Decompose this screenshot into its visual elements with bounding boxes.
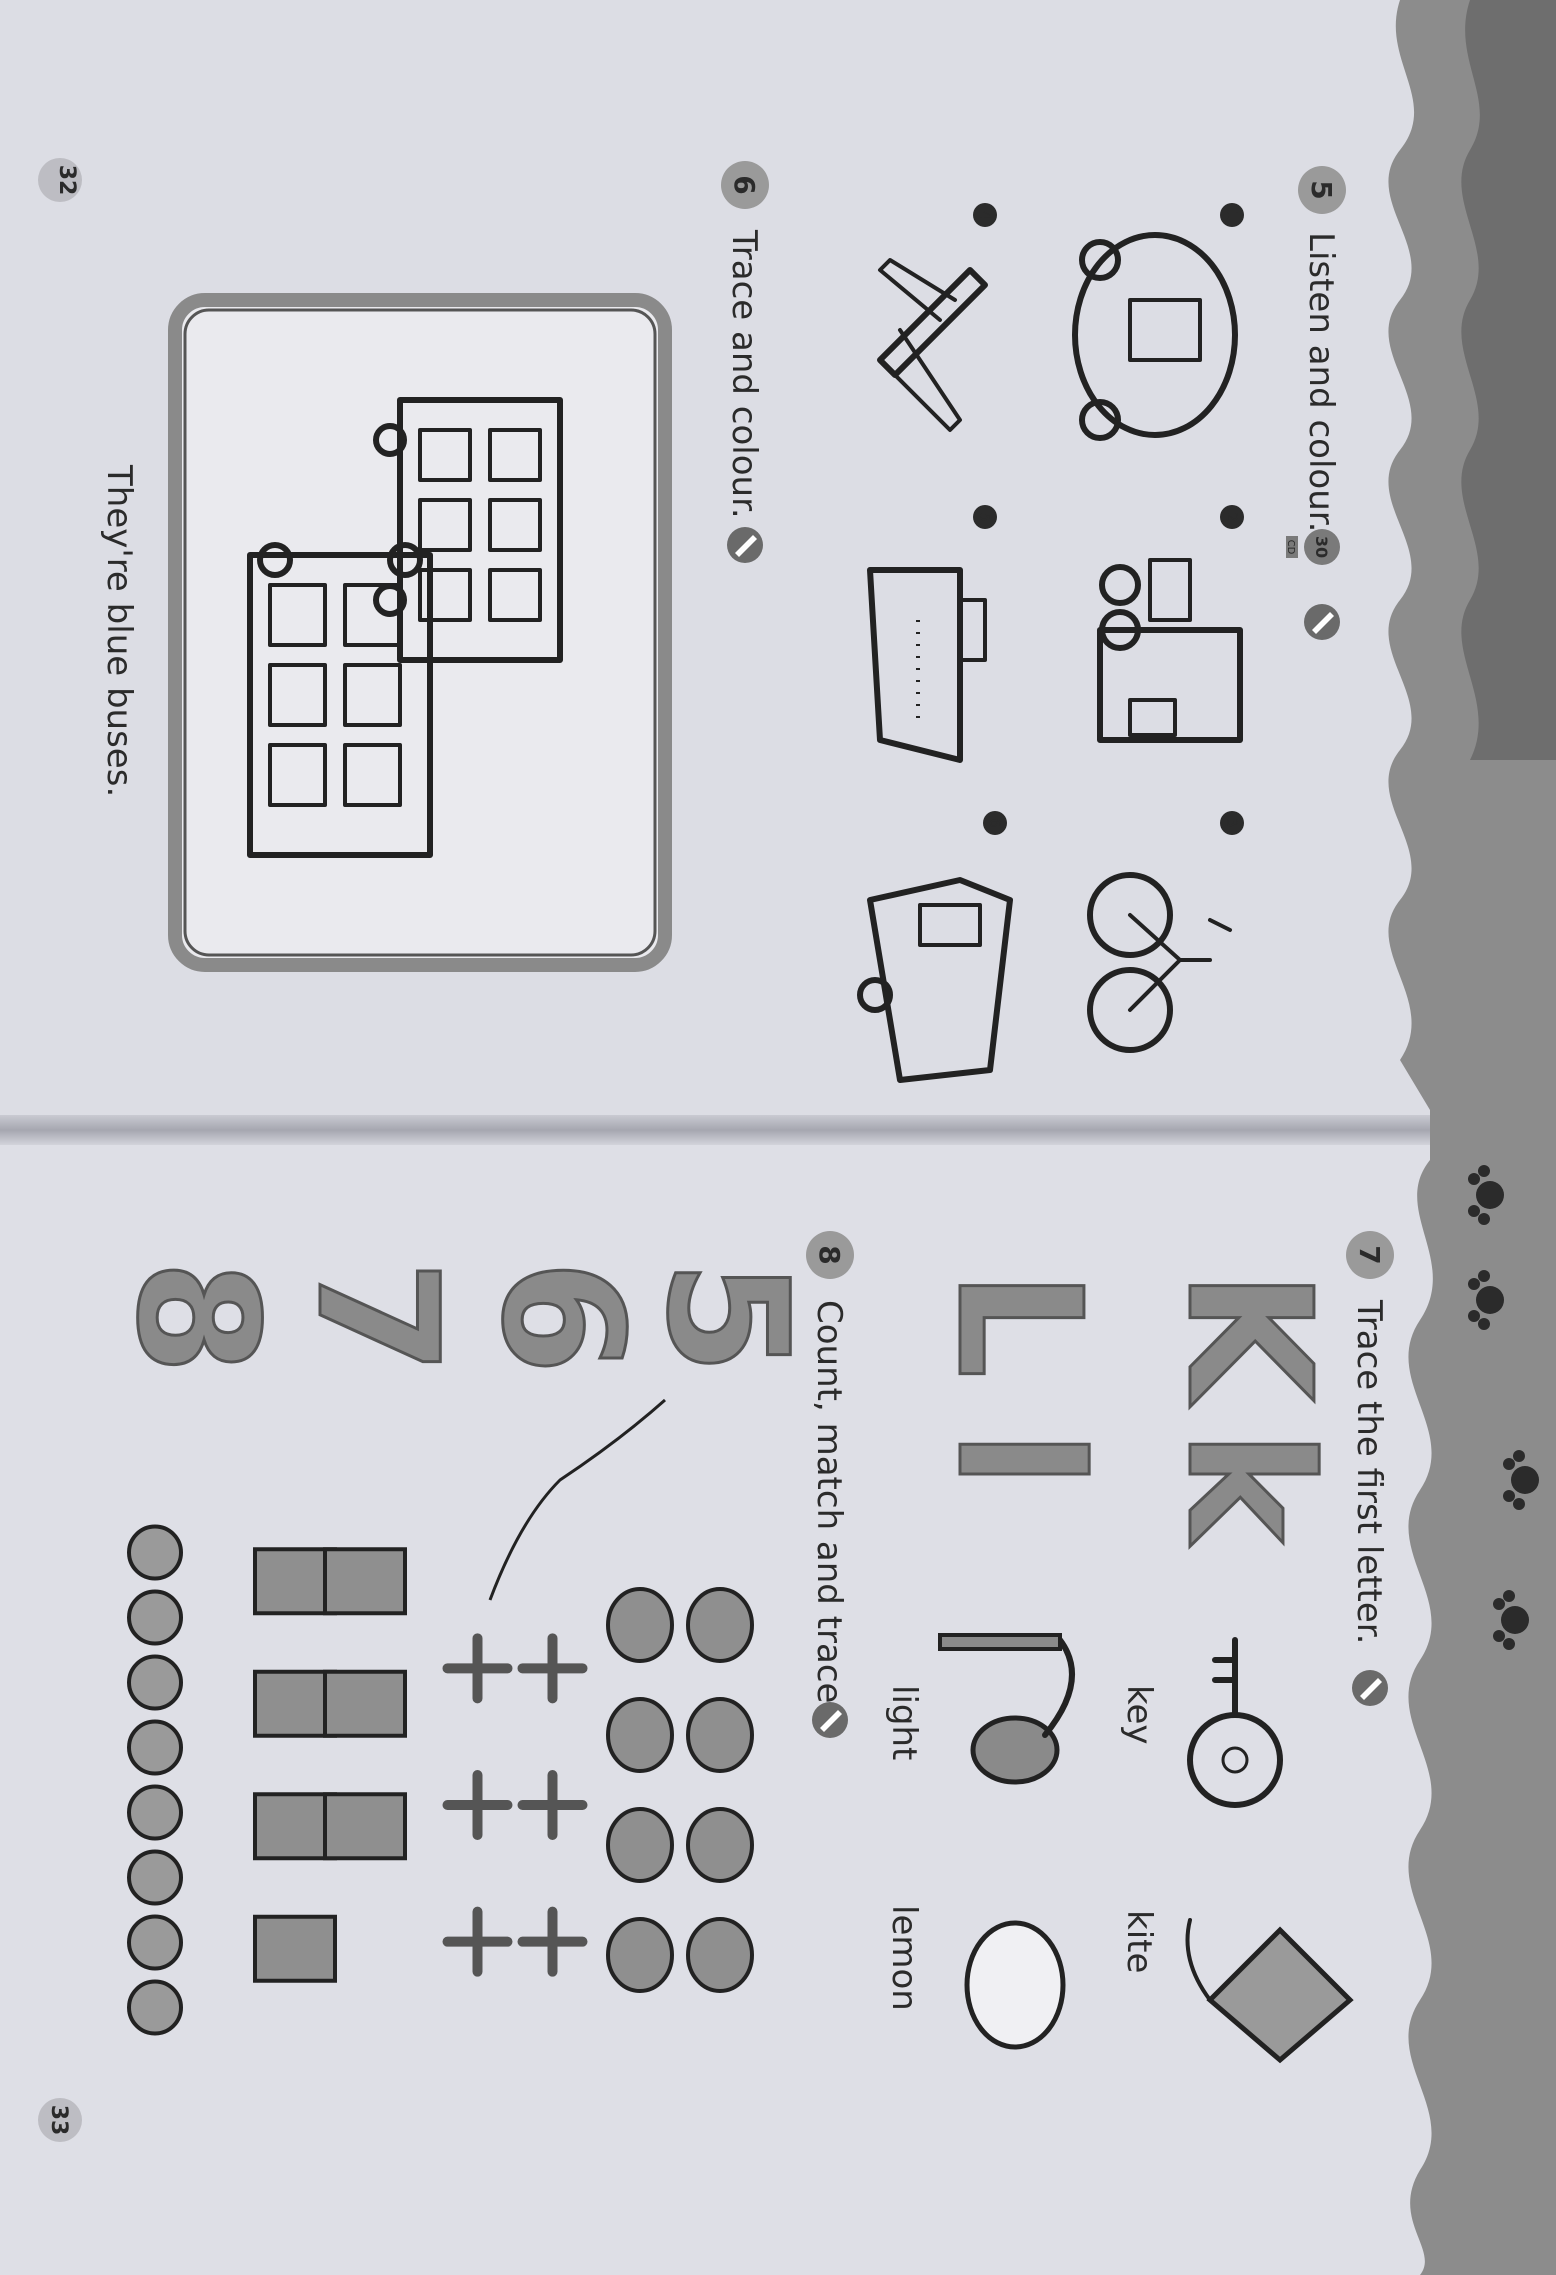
page-number-text: 33	[46, 2105, 71, 2136]
exercise-6-instruction: Trace and colour.	[724, 229, 764, 519]
uppercase-letter-k[interactable]: K	[1148, 1269, 1349, 1409]
item-number-1: 1	[1220, 203, 1244, 227]
exercise-5-number: 5	[1305, 180, 1338, 199]
item-number-5: 5	[973, 505, 997, 529]
pencil-icon	[812, 1702, 848, 1738]
bike-count-item	[127, 1914, 183, 1971]
car-count-item	[686, 1917, 754, 1993]
bike-count-item	[127, 1979, 183, 2036]
exercise-5-instruction: Listen and colour.	[1301, 232, 1341, 532]
pencil-icon	[1352, 1670, 1388, 1706]
item-number-6: 6	[983, 811, 1007, 835]
item-number-4: 4	[973, 203, 997, 227]
lowercase-letter-k[interactable]: k	[1148, 1429, 1349, 1549]
exercise-6-caption: They're blue buses.	[99, 464, 139, 797]
word-key: key	[1119, 1685, 1159, 1745]
pencil-icon	[1304, 604, 1340, 640]
car-count-item	[686, 1807, 754, 1883]
book-spine	[0, 1115, 1545, 1145]
car-count-item	[606, 1697, 674, 1773]
item-number-3: 3	[1220, 811, 1244, 835]
pencil-icon	[727, 527, 763, 563]
bike-count-item	[127, 1849, 183, 1906]
bike-count-item	[127, 1589, 183, 1646]
item-number-2: 2	[1220, 505, 1244, 529]
audio-label: CD	[1285, 540, 1296, 555]
page-number-33: 33	[38, 2098, 82, 2142]
car-count-item	[686, 1697, 754, 1773]
svg-text:5: 5	[976, 512, 994, 522]
bus-count-item	[323, 1547, 407, 1616]
page-number-32: 32	[38, 158, 82, 202]
car-count-item	[686, 1587, 754, 1663]
word-lemon: lemon	[884, 1905, 924, 2011]
trace-number-6[interactable]: 6	[465, 1259, 660, 1377]
car-count-item	[606, 1587, 674, 1663]
word-light: light	[884, 1685, 924, 1760]
word-kite: kite	[1119, 1910, 1159, 1973]
svg-text:3: 3	[1223, 818, 1241, 828]
audio-track-number: 30	[1312, 536, 1331, 558]
car-count-item	[606, 1807, 674, 1883]
car-count-item	[606, 1917, 674, 1993]
lowercase-letter-l[interactable]: l	[918, 1429, 1119, 1490]
bike-count-item	[127, 1719, 183, 1776]
lemon-picture	[964, 1920, 1066, 2050]
exercise-7-header: 7 Trace the first letter.	[1346, 1231, 1394, 1706]
bike-count-item	[127, 1654, 183, 1711]
svg-text:2: 2	[1223, 512, 1241, 522]
bus-count-item	[323, 1669, 407, 1738]
uppercase-letter-l[interactable]: L	[918, 1269, 1119, 1380]
bike-count-item	[127, 1524, 183, 1581]
exercise-7-number: 7	[1353, 1245, 1386, 1264]
bus-count-item	[253, 1914, 337, 1983]
page-number-text: 32	[54, 165, 79, 196]
trace-number-7[interactable]: 7	[280, 1259, 475, 1377]
svg-text:1: 1	[1223, 210, 1241, 220]
textbook-spread: 32 33 5 Listen and colour. 30 CD 1 2 3 4…	[0, 0, 1556, 2275]
trace-number-5[interactable]: 5	[630, 1259, 825, 1377]
svg-text:4: 4	[976, 210, 994, 220]
exercise-7-instruction: Trace the first letter.	[1349, 1299, 1389, 1644]
trace-number-8[interactable]: 8	[100, 1259, 295, 1377]
book-illustration: 32 33 5 Listen and colour. 30 CD 1 2 3 4…	[0, 0, 1556, 2275]
exercise-6-number: 6	[728, 175, 761, 194]
bus-count-item	[323, 1792, 407, 1861]
svg-text:6: 6	[986, 818, 1004, 828]
bike-count-item	[127, 1784, 183, 1841]
trace-numbers: 5 6 7 8	[100, 1259, 825, 1377]
